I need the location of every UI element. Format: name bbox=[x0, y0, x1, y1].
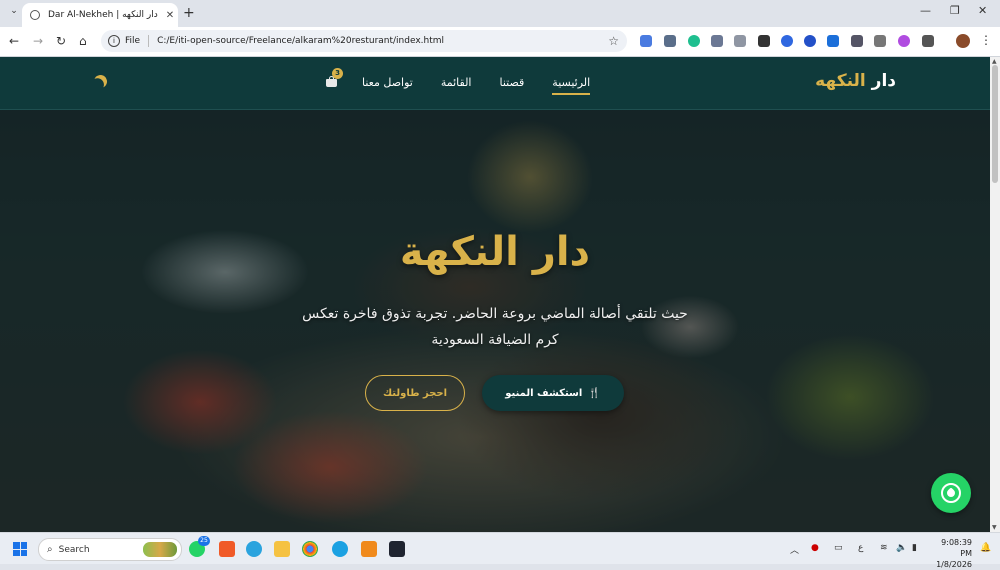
page-viewport: دار النكهه الرئيسية قصتنا القائمة تواصل … bbox=[0, 57, 990, 532]
browser-toolbar: ← → ↻ ⌂ i File C:/E/iti-open-source/Free… bbox=[0, 27, 1000, 57]
logo-main-text: دار bbox=[865, 71, 896, 91]
clock-time: 9:08:39 PM bbox=[941, 538, 972, 558]
address-protocol: File bbox=[125, 36, 141, 46]
site-logo[interactable]: دار النكهه bbox=[815, 71, 896, 91]
bookmark-star-icon[interactable]: ☆ bbox=[608, 34, 619, 48]
tab-search-icon[interactable]: ⌄ bbox=[6, 6, 22, 20]
site-navbar: دار النكهه الرئيسية قصتنا القائمة تواصل … bbox=[0, 57, 990, 110]
explore-menu-label: استكشف المنيو bbox=[505, 387, 583, 399]
reserve-table-button[interactable]: احجز طاولتك bbox=[365, 375, 465, 411]
reserve-table-label: احجز طاولتك bbox=[382, 387, 448, 399]
notifications-icon[interactable]: 🔔 bbox=[980, 543, 991, 553]
scrollbar-thumb[interactable] bbox=[992, 65, 998, 183]
vlc-taskbar-icon[interactable] bbox=[361, 541, 377, 557]
browser-menu-icon[interactable]: ⋮ bbox=[980, 33, 992, 47]
taskbar-search[interactable]: ⌕ Search bbox=[38, 538, 182, 561]
file-explorer-taskbar-icon[interactable] bbox=[274, 541, 290, 557]
screen-cast-extension-icon[interactable] bbox=[664, 35, 676, 47]
forward-icon[interactable]: → bbox=[33, 34, 43, 48]
browser-tab[interactable]: Dar Al-Nekheh | دار النكهه ✕ bbox=[22, 3, 178, 27]
dark-mode-moon-icon[interactable] bbox=[92, 73, 109, 90]
language-indicator[interactable]: ع bbox=[858, 543, 863, 553]
explore-menu-button[interactable]: 🍴 استكشف المنيو bbox=[482, 375, 624, 411]
eyedropper-extension-icon[interactable] bbox=[758, 35, 770, 47]
wifi-icon[interactable]: ≋ bbox=[880, 543, 888, 553]
windows-taskbar: ⌕ Search 25 ︿ ● ▭ ع ≋ 🔈 ▮ 9:08:39 PM 1/8… bbox=[0, 532, 1000, 569]
clock-date: 1/8/2026 bbox=[936, 560, 972, 569]
camera-extension-icon[interactable] bbox=[734, 35, 746, 47]
security-tray-icon[interactable]: ● bbox=[811, 543, 819, 553]
nav-link-story[interactable]: قصتنا bbox=[500, 76, 525, 95]
window-extension-icon[interactable] bbox=[711, 35, 723, 47]
m-extension-icon[interactable] bbox=[827, 35, 839, 47]
nav-link-menu[interactable]: القائمة bbox=[441, 76, 472, 95]
tab-title: Dar Al-Nekheh | دار النكهه bbox=[48, 10, 158, 20]
minimize-icon[interactable]: — bbox=[920, 4, 931, 17]
grammar-extension-icon[interactable] bbox=[688, 35, 700, 47]
xampp-taskbar-icon[interactable] bbox=[219, 541, 235, 557]
new-tab-button[interactable]: + bbox=[183, 5, 195, 21]
hero-subtitle: حيث تلتقي أصالة الماضي بروعة الحاضر. تجر… bbox=[302, 306, 688, 348]
translate-extension-icon[interactable] bbox=[640, 35, 652, 47]
puzzle-extensions-icon[interactable] bbox=[922, 35, 934, 47]
nav-link-contact[interactable]: تواصل معنا bbox=[362, 76, 413, 95]
scroll-down-icon[interactable]: ▼ bbox=[992, 524, 997, 531]
chrome-taskbar-icon[interactable] bbox=[302, 541, 318, 557]
reload-icon[interactable]: ↻ bbox=[56, 34, 66, 48]
site-info-icon[interactable]: i bbox=[108, 35, 120, 47]
windows-start-icon[interactable] bbox=[13, 542, 27, 556]
blue-dot-extension-icon[interactable] bbox=[781, 35, 793, 47]
close-window-icon[interactable]: ✕ bbox=[978, 4, 987, 17]
whatsapp-button[interactable] bbox=[931, 473, 971, 513]
folder-tray-icon[interactable]: ▭ bbox=[834, 543, 843, 553]
telegram-taskbar-icon[interactable] bbox=[246, 541, 262, 557]
volume-icon[interactable]: 🔈 bbox=[896, 543, 907, 553]
address-url[interactable]: C:/E/iti-open-source/Freelance/alkaram%2… bbox=[157, 36, 608, 46]
taskbar-clock[interactable]: 9:08:39 PM 1/8/2026 bbox=[930, 537, 972, 570]
battery-icon[interactable]: ▮ bbox=[912, 543, 917, 553]
address-bar[interactable]: i File C:/E/iti-open-source/Freelance/al… bbox=[101, 30, 627, 52]
site-nav: الرئيسية قصتنا القائمة تواصل معنا bbox=[362, 76, 590, 95]
profile-avatar[interactable] bbox=[956, 34, 970, 48]
home-icon[interactable]: ⌂ bbox=[79, 34, 87, 48]
edge-taskbar-icon[interactable] bbox=[332, 541, 348, 557]
close-tab-icon[interactable]: ✕ bbox=[162, 10, 178, 21]
taskbar-search-label: Search bbox=[58, 544, 90, 555]
search-highlight-image bbox=[143, 542, 177, 557]
back-icon[interactable]: ← bbox=[9, 34, 19, 48]
cart-count-badge: 3 bbox=[332, 68, 343, 79]
cursor-app-taskbar-icon[interactable] bbox=[389, 541, 405, 557]
utensils-icon: 🍴 bbox=[588, 387, 601, 399]
globe-icon bbox=[30, 10, 40, 20]
logo-accent-text: النكهه bbox=[815, 71, 866, 91]
restore-icon[interactable]: ❐ bbox=[950, 4, 960, 17]
show-hidden-icons[interactable]: ︿ bbox=[790, 543, 799, 556]
shield-extension-icon[interactable] bbox=[898, 35, 910, 47]
hero-title: دار النكهة bbox=[399, 229, 591, 275]
search-icon: ⌕ bbox=[47, 544, 53, 555]
magnifier-extension-icon[interactable] bbox=[851, 35, 863, 47]
browser-tab-strip: ⌄ Dar Al-Nekheh | دار النكهه ✕ + — ❐ ✕ bbox=[0, 0, 1000, 27]
nav-link-home[interactable]: الرئيسية bbox=[552, 76, 590, 95]
tag-extension-icon[interactable] bbox=[874, 35, 886, 47]
cart-body bbox=[326, 79, 337, 87]
address-divider bbox=[148, 35, 150, 47]
page-scrollbar[interactable]: ▲ ▼ bbox=[990, 57, 1000, 532]
pause-extension-icon[interactable] bbox=[804, 35, 816, 47]
hero-overlay bbox=[0, 57, 990, 532]
whatsapp-badge: 25 bbox=[198, 536, 210, 546]
scroll-up-icon[interactable]: ▲ bbox=[992, 58, 997, 65]
